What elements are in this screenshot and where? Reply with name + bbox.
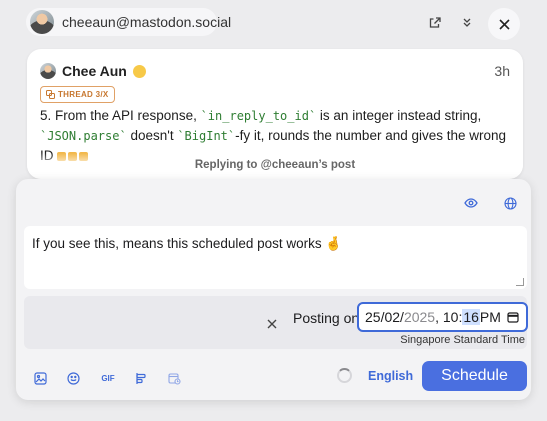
time-minute[interactable]: 16 [462, 309, 480, 325]
schedule-button[interactable]: Schedule [422, 361, 527, 391]
replied-post-card: Chee Aun 3h THREAD 3/X 5. From the API r… [27, 49, 523, 179]
eye-icon[interactable] [461, 193, 481, 213]
external-link-icon[interactable] [422, 9, 448, 35]
date-day-month[interactable]: 25/02/ [365, 309, 404, 325]
post-code: `BigInt` [177, 129, 236, 143]
status-text: If you see this, means this scheduled po… [32, 236, 343, 251]
status-textarea[interactable]: If you see this, means this scheduled po… [24, 226, 527, 289]
time-hour[interactable]: , 10: [435, 309, 462, 325]
loading-spinner [337, 368, 352, 383]
posting-on-label: Posting on [293, 310, 360, 326]
post-text: doesn't [126, 128, 178, 143]
post-header: Chee Aun [40, 63, 146, 79]
image-icon[interactable] [32, 370, 48, 386]
close-button[interactable] [488, 8, 520, 40]
replying-to-label: Replying to @cheeaun’s post [194, 159, 356, 171]
chevrons-down-icon[interactable] [454, 9, 480, 35]
avatar [30, 10, 54, 34]
calendar-clock-icon[interactable] [166, 370, 182, 386]
gif-label: GIF [101, 373, 115, 383]
post-time[interactable]: 3h [494, 63, 510, 79]
resize-handle[interactable] [516, 278, 524, 286]
date-year[interactable]: 2025 [404, 309, 435, 325]
timezone-label: Singapore Standard Time [400, 334, 525, 346]
close-icon [498, 18, 510, 30]
post-author-avatar[interactable] [40, 63, 56, 79]
schedule-panel: Posting on 25/02/2025, 10: 16 PM Singapor… [24, 296, 528, 349]
post-author-name[interactable]: Chee Aun [62, 63, 127, 79]
account-handle: cheeaun@mastodon.social [62, 14, 232, 30]
time-ampm[interactable]: PM [480, 309, 501, 325]
top-bar: cheeaun@mastodon.social [0, 0, 547, 44]
poll-icon[interactable] [133, 370, 149, 386]
globe-icon[interactable] [500, 193, 520, 213]
thread-icon [46, 90, 55, 99]
emoji-icon[interactable] [65, 370, 81, 386]
compose-form: If you see this, means this scheduled po… [16, 179, 531, 400]
post-code: `in_reply_to_id` [200, 109, 317, 123]
thread-badge-label: THREAD 3/X [58, 90, 109, 99]
schedule-datetime-input[interactable]: 25/02/2025, 10: 16 PM [357, 302, 528, 332]
gif-button[interactable]: GIF [99, 370, 117, 386]
custom-emoji-icon [132, 64, 146, 78]
post-code: `JSON.parse` [40, 129, 127, 143]
cancel-schedule-button[interactable] [267, 316, 281, 330]
close-icon [267, 319, 277, 329]
post-text: is an integer instead string, [316, 108, 482, 123]
post-text: 5. From the API response, [40, 108, 201, 123]
language-selector[interactable]: English [368, 369, 413, 383]
current-account[interactable]: cheeaun@mastodon.social [26, 8, 231, 36]
calendar-icon[interactable] [507, 311, 519, 323]
thread-badge: THREAD 3/X [40, 86, 115, 103]
